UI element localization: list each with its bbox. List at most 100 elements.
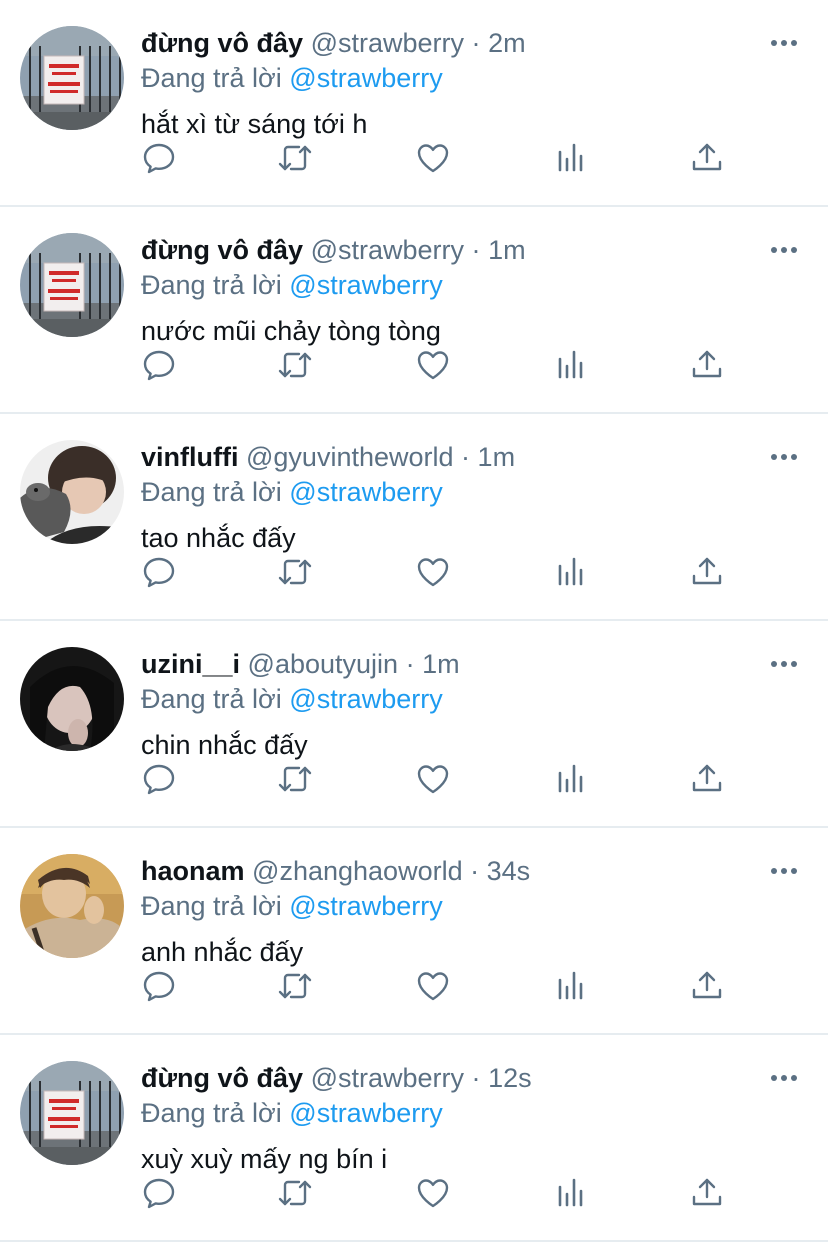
reply-prefix: Đang trả lời <box>141 891 282 921</box>
more-options-icon[interactable] <box>770 241 798 259</box>
avatar[interactable] <box>20 1061 124 1165</box>
tweet[interactable]: đừng vô đây @strawberry · 1m Đang trả lờ… <box>0 207 828 414</box>
username[interactable]: @aboutyujin <box>248 649 399 679</box>
like-icon[interactable] <box>415 554 451 590</box>
mention-link[interactable]: @strawberry <box>289 891 442 921</box>
analytics-icon[interactable] <box>553 1175 589 1211</box>
tweet-content: vinfluffi @gyuvintheworld · 1m Đang trả … <box>141 440 798 555</box>
reply-prefix: Đang trả lời <box>141 270 282 300</box>
separator-dot: · <box>471 28 481 58</box>
retweet-icon[interactable] <box>277 140 313 176</box>
display-name[interactable]: đừng vô đây <box>141 235 303 265</box>
tweet[interactable]: vinfluffi @gyuvintheworld · 1m Đang trả … <box>0 414 828 621</box>
share-icon[interactable] <box>689 1175 725 1211</box>
like-icon[interactable] <box>415 968 451 1004</box>
reply-icon[interactable] <box>141 1175 177 1211</box>
action-bar <box>141 1175 761 1211</box>
display-name[interactable]: haonam <box>141 856 245 886</box>
display-name[interactable]: uzini__i <box>141 649 240 679</box>
tweet[interactable]: đừng vô đây @strawberry · 2m Đang trả lờ… <box>0 0 828 207</box>
tweet-header: haonam @zhanghaoworld · 34s <box>141 854 798 888</box>
tweet[interactable]: đừng vô đây @strawberry · 12s Đang trả l… <box>0 1035 828 1242</box>
reply-icon[interactable] <box>141 761 177 797</box>
action-bar <box>141 761 761 797</box>
username[interactable]: @strawberry <box>311 1063 464 1093</box>
reply-context: Đang trả lời @strawberry <box>141 1096 798 1130</box>
avatar[interactable] <box>20 854 124 958</box>
mention-link[interactable]: @strawberry <box>289 684 442 714</box>
reply-icon[interactable] <box>141 140 177 176</box>
timestamp[interactable]: 34s <box>487 856 531 886</box>
separator-dot: · <box>405 649 415 679</box>
mention-link[interactable]: @strawberry <box>289 477 442 507</box>
more-options-icon[interactable] <box>770 1069 798 1087</box>
retweet-icon[interactable] <box>277 968 313 1004</box>
share-icon[interactable] <box>689 347 725 383</box>
reply-icon[interactable] <box>141 347 177 383</box>
timestamp[interactable]: 2m <box>488 28 526 58</box>
avatar[interactable] <box>20 440 124 544</box>
retweet-icon[interactable] <box>277 554 313 590</box>
reply-icon[interactable] <box>141 968 177 1004</box>
tweet-content: uzini__i @aboutyujin · 1m Đang trả lời @… <box>141 647 798 762</box>
separator-dot: · <box>470 856 480 886</box>
more-options-icon[interactable] <box>770 448 798 466</box>
reply-context: Đang trả lời @strawberry <box>141 61 798 95</box>
timestamp[interactable]: 1m <box>422 649 460 679</box>
avatar[interactable] <box>20 647 124 751</box>
avatar[interactable] <box>20 233 124 337</box>
separator-dot: · <box>471 1063 481 1093</box>
avatar[interactable] <box>20 26 124 130</box>
analytics-icon[interactable] <box>553 968 589 1004</box>
display-name[interactable]: đừng vô đây <box>141 28 303 58</box>
username[interactable]: @zhanghaoworld <box>252 856 463 886</box>
timestamp[interactable]: 1m <box>488 235 526 265</box>
reply-icon[interactable] <box>141 554 177 590</box>
mention-link[interactable]: @strawberry <box>289 270 442 300</box>
share-icon[interactable] <box>689 968 725 1004</box>
analytics-icon[interactable] <box>553 761 589 797</box>
action-bar <box>141 554 761 590</box>
tweet[interactable]: uzini__i @aboutyujin · 1m Đang trả lời @… <box>0 621 828 828</box>
reply-prefix: Đang trả lời <box>141 684 282 714</box>
analytics-icon[interactable] <box>553 140 589 176</box>
retweet-icon[interactable] <box>277 1175 313 1211</box>
reply-feed: đừng vô đây @strawberry · 2m Đang trả lờ… <box>0 0 828 1242</box>
reply-context: Đang trả lời @strawberry <box>141 682 798 716</box>
more-options-icon[interactable] <box>770 34 798 52</box>
username[interactable]: @gyuvintheworld <box>246 442 454 472</box>
share-icon[interactable] <box>689 761 725 797</box>
reply-prefix: Đang trả lời <box>141 477 282 507</box>
tweet-header: vinfluffi @gyuvintheworld · 1m <box>141 440 798 474</box>
analytics-icon[interactable] <box>553 347 589 383</box>
reply-context: Đang trả lời @strawberry <box>141 268 798 302</box>
tweet-header: đừng vô đây @strawberry · 12s <box>141 1061 798 1095</box>
tweet-content: đừng vô đây @strawberry · 2m Đang trả lờ… <box>141 26 798 141</box>
tweet-text: xuỳ xuỳ mấy ng bín i <box>141 1144 388 1174</box>
retweet-icon[interactable] <box>277 347 313 383</box>
tweet[interactable]: haonam @zhanghaoworld · 34s Đang trả lời… <box>0 828 828 1035</box>
username[interactable]: @strawberry <box>311 235 464 265</box>
tweet-content: đừng vô đây @strawberry · 1m Đang trả lờ… <box>141 233 798 348</box>
more-options-icon[interactable] <box>770 655 798 673</box>
analytics-icon[interactable] <box>553 554 589 590</box>
display-name[interactable]: đừng vô đây <box>141 1063 303 1093</box>
username[interactable]: @strawberry <box>311 28 464 58</box>
timestamp[interactable]: 12s <box>488 1063 532 1093</box>
timestamp[interactable]: 1m <box>478 442 516 472</box>
tweet-text: chin nhắc đấy <box>141 730 308 760</box>
share-icon[interactable] <box>689 140 725 176</box>
mention-link[interactable]: @strawberry <box>289 63 442 93</box>
mention-link[interactable]: @strawberry <box>289 1098 442 1128</box>
like-icon[interactable] <box>415 140 451 176</box>
reply-prefix: Đang trả lời <box>141 63 282 93</box>
display-name[interactable]: vinfluffi <box>141 442 238 472</box>
like-icon[interactable] <box>415 1175 451 1211</box>
more-options-icon[interactable] <box>770 862 798 880</box>
like-icon[interactable] <box>415 761 451 797</box>
share-icon[interactable] <box>689 554 725 590</box>
like-icon[interactable] <box>415 347 451 383</box>
action-bar <box>141 968 761 1004</box>
retweet-icon[interactable] <box>277 761 313 797</box>
tweet-content: đừng vô đây @strawberry · 12s Đang trả l… <box>141 1061 798 1176</box>
